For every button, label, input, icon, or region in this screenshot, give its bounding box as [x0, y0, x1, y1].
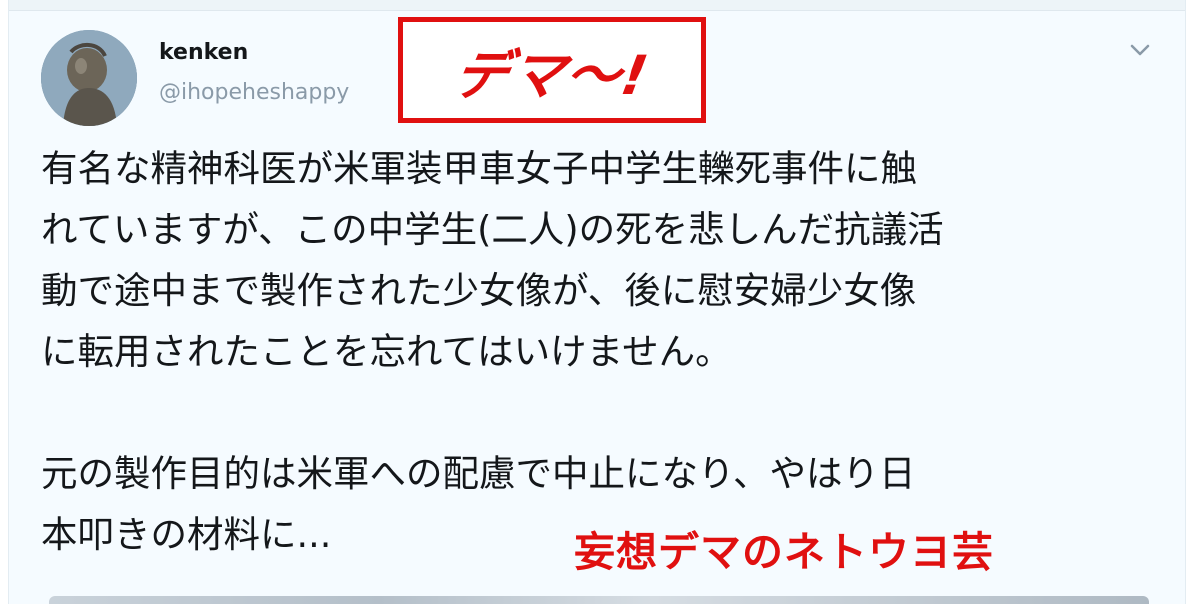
demo-label-box: デマ～! — [398, 17, 706, 123]
demo-label: デマ～! — [448, 43, 654, 107]
timeline-divider — [9, 0, 1185, 11]
tweet-body: 有名な精神科医が米軍装甲車女子中学生轢死事件に触 れていますが、この中学生(二人… — [41, 147, 944, 556]
avatar[interactable] — [41, 30, 137, 126]
author-name[interactable]: kenken — [159, 40, 248, 65]
media-preview[interactable] — [49, 596, 1149, 604]
chevron-down-icon[interactable] — [1125, 38, 1155, 62]
avatar-image — [41, 30, 137, 126]
author-handle[interactable]: @ihopeheshappy — [159, 80, 349, 105]
annotation-caption: 妄想デマのネトウヨ芸 — [574, 528, 994, 576]
